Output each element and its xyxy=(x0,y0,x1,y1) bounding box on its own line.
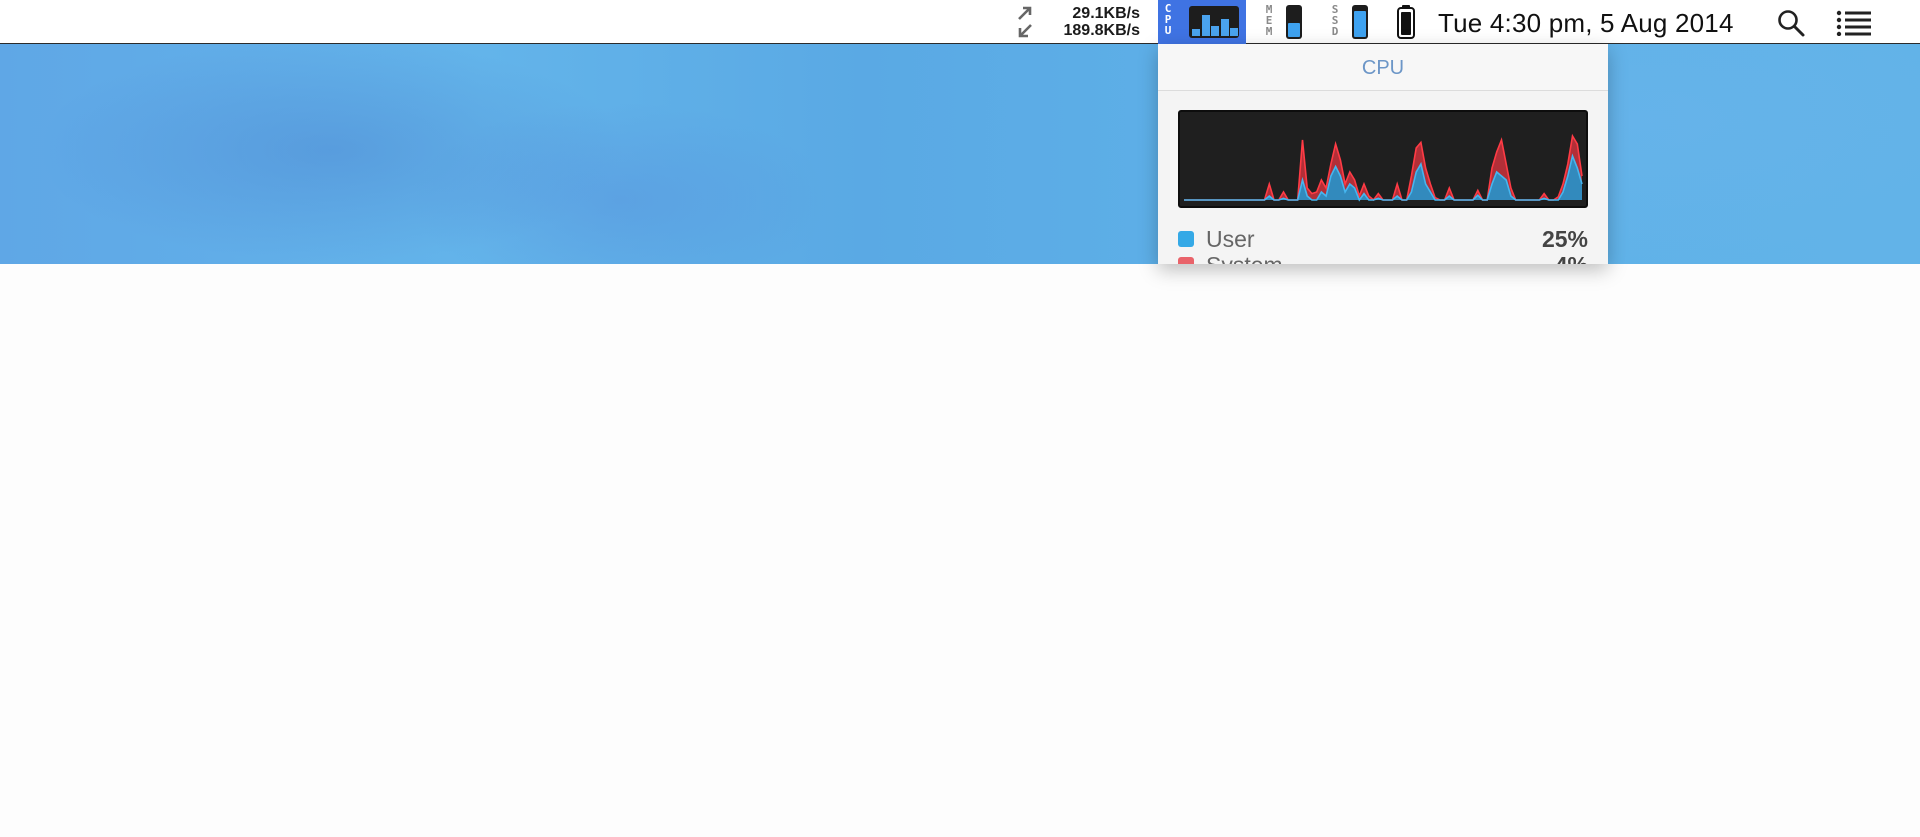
upload-rate: 29.1KB/s xyxy=(1072,5,1140,22)
user-area xyxy=(1184,156,1582,200)
legend-row-system: System 4% xyxy=(1178,250,1588,264)
cpu-mini-bar xyxy=(1211,26,1219,36)
cpu-mini-bar xyxy=(1220,19,1229,36)
system-swatch xyxy=(1178,257,1194,264)
cpu-history-graph xyxy=(1178,110,1588,208)
popover-title: CPU xyxy=(1158,44,1608,91)
download-rate: 189.8KB/s xyxy=(1063,22,1141,39)
ssd-gauge xyxy=(1352,5,1368,39)
memory-gauge xyxy=(1286,5,1302,39)
cpu-history-chart xyxy=(1184,133,1583,202)
legend-label-system: System xyxy=(1206,252,1283,264)
cpu-mini-bar xyxy=(1192,29,1200,36)
network-arrows-icon xyxy=(1018,6,1032,38)
legend-value-system: 4% xyxy=(1555,252,1588,264)
menu-bar: 29.1KB/s 189.8KB/s CPU MEM SSD Tue 4:30 … xyxy=(0,0,1920,44)
memory-vertical-label: MEM xyxy=(1265,3,1273,38)
legend-value-user: 25% xyxy=(1541,226,1588,252)
menu-bar-clock[interactable]: Tue 4:30 pm, 5 Aug 2014 xyxy=(1438,8,1734,39)
ssd-menu-item[interactable]: SSD xyxy=(1328,0,1374,44)
cpu-mini-bar xyxy=(1201,15,1210,36)
cpu-mini-graph xyxy=(1189,6,1239,38)
cpu-popover: CPU User 25% System 4% xyxy=(1158,44,1608,264)
user-line xyxy=(1184,153,1583,202)
ssd-gauge-fill xyxy=(1354,11,1366,37)
search-icon[interactable] xyxy=(1776,8,1806,38)
memory-gauge-fill xyxy=(1288,23,1300,37)
system-area xyxy=(1184,136,1582,200)
system-line xyxy=(1184,133,1583,202)
cpu-menu-item[interactable]: CPU xyxy=(1158,0,1246,44)
user-swatch xyxy=(1178,231,1194,247)
ssd-vertical-label: SSD xyxy=(1331,3,1339,38)
notification-list-icon[interactable] xyxy=(1836,10,1872,36)
legend-label-user: User xyxy=(1206,226,1255,252)
cpu-vertical-label: CPU xyxy=(1164,2,1172,37)
battery-icon[interactable] xyxy=(1396,3,1416,41)
cpu-mini-bar xyxy=(1230,28,1238,36)
memory-menu-item[interactable]: MEM xyxy=(1262,0,1308,44)
network-stats[interactable]: 29.1KB/s 189.8KB/s xyxy=(1040,5,1141,39)
